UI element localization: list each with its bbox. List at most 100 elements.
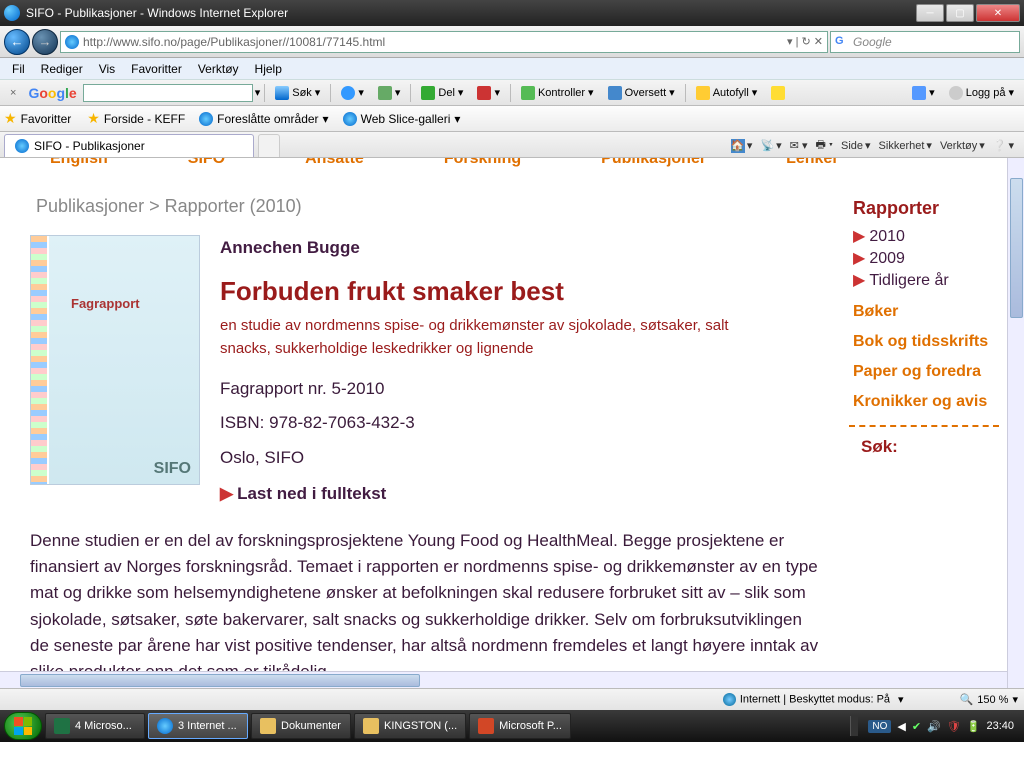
language-indicator[interactable]: NO — [868, 720, 891, 733]
ie-icon — [4, 5, 20, 21]
menu-view[interactable]: Vis — [91, 60, 123, 78]
share-button[interactable]: Del ▾ — [415, 84, 469, 102]
nav-english[interactable]: English — [50, 158, 108, 168]
tray-icon[interactable]: ◀ — [897, 720, 905, 733]
taskbar-item-ie[interactable]: 3 Internet ... — [148, 713, 248, 739]
google-search-input[interactable] — [83, 84, 253, 102]
toolbar-close[interactable]: × — [4, 85, 22, 101]
zoom-control[interactable]: 🔍 150 % ▾ — [960, 693, 1018, 706]
address-buttons[interactable]: ▾ | ↻ ✕ — [787, 35, 823, 48]
nav-forskning[interactable]: Forskning — [444, 158, 521, 168]
close-button[interactable]: ✕ — [976, 4, 1020, 22]
highlighter-button[interactable] — [765, 84, 791, 102]
favorites-bar: ★ Favoritter ★ Forside - KEFF Foreslåtte… — [0, 106, 1024, 132]
nav-publikasjoner[interactable]: Publikasjoner — [601, 158, 706, 168]
tray-icon[interactable]: ✔ — [912, 720, 921, 733]
search-button[interactable]: Søk ▾ — [269, 84, 326, 102]
search-placeholder: Google — [853, 35, 892, 49]
globe-icon — [723, 693, 736, 706]
minimize-button[interactable]: ─ — [916, 4, 944, 22]
tab-title: SIFO - Publikasjoner — [34, 139, 145, 153]
fav-webslice[interactable]: Web Slice-galleri — [361, 112, 451, 126]
dropdown-icon[interactable]: ▾ — [255, 86, 261, 99]
tools-menu[interactable]: Verktøy ▾ — [940, 139, 985, 152]
sidebar-item-2010[interactable]: ▶2010 — [853, 225, 999, 247]
tray-icon[interactable]: 🔋 — [967, 720, 981, 733]
page-menu[interactable]: Side ▾ — [841, 139, 871, 152]
login-button[interactable]: Logg på ▾ — [943, 84, 1020, 102]
sidebar-item-tidligere[interactable]: ▶Tidligere år — [853, 269, 999, 291]
status-bar: Internett | Beskyttet modus: På ▾ 🔍 150 … — [0, 688, 1024, 710]
autofill-button[interactable]: Autofyll ▾ — [690, 84, 764, 102]
home-button[interactable]: 🏠▾ — [731, 139, 753, 153]
fav-link-forside[interactable]: Forside - KEFF — [104, 112, 185, 126]
taskbar-item-excel[interactable]: 4 Microso... — [45, 713, 145, 739]
favorites-button[interactable]: Favoritter — [21, 112, 72, 126]
sidebar-link-paper[interactable]: Paper og foredra — [853, 363, 999, 381]
download-link[interactable]: ▶Last ned i fulltekst — [220, 481, 989, 507]
fav-suggested[interactable]: Foreslåtte områder — [217, 112, 318, 126]
window-title: SIFO - Publikasjoner - Windows Internet … — [26, 6, 916, 20]
ie-icon — [199, 112, 213, 126]
nav-lenker[interactable]: Lenker — [786, 158, 838, 168]
star-icon: ★ — [87, 110, 100, 127]
print-button[interactable]: 🖶 ▾ — [815, 136, 833, 155]
tb-btn-2[interactable]: ▾ — [372, 84, 407, 102]
new-tab-button[interactable] — [258, 134, 280, 157]
sidebar-link-boktids[interactable]: Bok og tidsskrifts — [853, 333, 999, 351]
clock[interactable]: 23:40 — [986, 720, 1014, 732]
navigation-bar: ← → http://www.sifo.no/page/Publikasjone… — [0, 26, 1024, 58]
sidebar-link-kronikker[interactable]: Kronikker og avis — [853, 393, 999, 411]
maximize-button[interactable]: ▢ — [946, 4, 974, 22]
sidebar-heading-rapporter: Rapporter — [853, 198, 999, 219]
url-text: http://www.sifo.no/page/Publikasjoner//1… — [83, 35, 783, 49]
vertical-scrollbar[interactable] — [1007, 158, 1024, 688]
tb-btn-1[interactable]: ▾ — [335, 84, 370, 102]
google-icon — [835, 35, 849, 49]
feeds-button[interactable]: 📡▾ — [760, 139, 781, 152]
mail-button[interactable]: ✉ ▾ — [790, 139, 808, 152]
browser-tab[interactable]: SIFO - Publikasjoner — [4, 134, 254, 157]
help-button[interactable]: ❔▾ — [993, 139, 1014, 152]
menu-help[interactable]: Hjelp — [247, 60, 290, 78]
safety-menu[interactable]: Sikkerhet ▾ — [879, 139, 932, 152]
nav-sifo[interactable]: SIFO — [188, 158, 225, 168]
abstract-text: Denne studien er en del av forskningspro… — [30, 528, 820, 686]
horizontal-scrollbar[interactable] — [0, 671, 1007, 688]
search-box[interactable]: Google — [830, 31, 1020, 53]
sidebar: Rapporter ▶2010 ▶2009 ▶Tidligere år Bøke… — [839, 170, 1007, 465]
menu-favorites[interactable]: Favoritter — [123, 60, 190, 78]
start-button[interactable] — [4, 712, 42, 740]
check-button[interactable]: Kontroller ▾ — [515, 84, 600, 102]
menu-file[interactable]: Fil — [4, 60, 33, 78]
menu-tools[interactable]: Verktøy — [190, 60, 247, 78]
taskbar-item-ppt[interactable]: Microsoft P... — [469, 713, 571, 739]
cover-label: Fagrapport — [71, 296, 140, 311]
tb-btn-3[interactable]: ▾ — [471, 84, 506, 102]
command-bar: 🏠▾ 📡▾ ✉ ▾ 🖶 ▾ Side ▾ Sikkerhet ▾ Verktøy… — [725, 134, 1020, 157]
publication-subtitle: en studie av nordmenns spise- og drikkem… — [220, 314, 750, 361]
tab-favicon — [15, 139, 29, 153]
tray-icon[interactable]: 🔊 — [927, 720, 941, 733]
back-button[interactable]: ← — [4, 29, 30, 55]
sidebar-link-boker[interactable]: Bøker — [853, 303, 999, 321]
ie-icon — [343, 112, 357, 126]
sidebar-item-2009[interactable]: ▶2009 — [853, 247, 999, 269]
menu-edit[interactable]: Rediger — [33, 60, 91, 78]
taskbar-item-docs[interactable]: Dokumenter — [251, 713, 351, 739]
forward-button[interactable]: → — [32, 29, 58, 55]
translate-button[interactable]: Oversett ▾ — [602, 84, 681, 102]
protected-mode-toggle[interactable]: ▾ — [898, 693, 904, 706]
report-cover: Fagrapport SIFO — [30, 235, 200, 485]
site-icon — [65, 35, 79, 49]
google-toolbar: × Google ▾ Søk ▾ ▾ ▾ Del ▾ ▾ Kontroller … — [0, 80, 1024, 106]
address-bar[interactable]: http://www.sifo.no/page/Publikasjoner//1… — [60, 31, 828, 53]
tab-bar: SIFO - Publikasjoner 🏠▾ 📡▾ ✉ ▾ 🖶 ▾ Side … — [0, 132, 1024, 158]
wrench-button[interactable]: ▾ — [906, 84, 941, 102]
nav-ansatte[interactable]: Ansatte — [305, 158, 364, 168]
menu-bar: Fil Rediger Vis Favoritter Verktøy Hjelp — [0, 58, 1024, 80]
taskbar-item-kingston[interactable]: KINGSTON (... — [354, 713, 466, 739]
system-tray[interactable]: NO ◀ ✔ 🔊 🛡 🔋 23:40 — [844, 716, 1020, 736]
window-titlebar: SIFO - Publikasjoner - Windows Internet … — [0, 0, 1024, 26]
tray-icon[interactable]: 🛡 — [947, 720, 961, 733]
